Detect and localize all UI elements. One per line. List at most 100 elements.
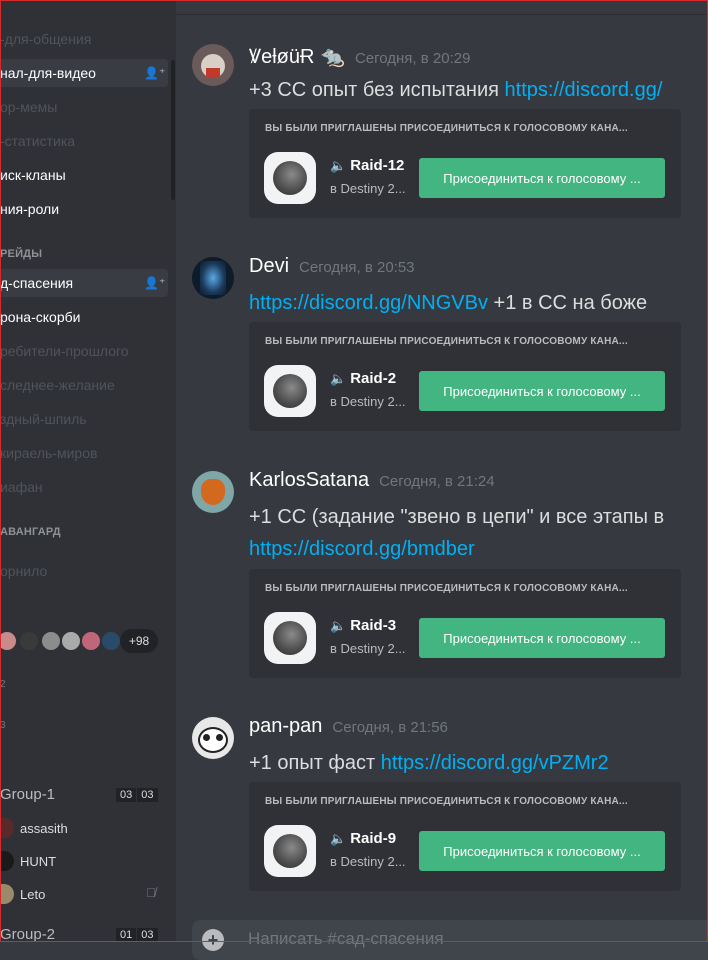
timestamp: Сегодня, в 20:29 [354,50,471,67]
channel-item[interactable]: кираель-миров [0,439,168,467]
avatar[interactable] [100,630,122,652]
avatar[interactable] [18,630,40,652]
channel-label: орнило [0,563,48,579]
channel-item[interactable]: ния-роли [0,195,168,223]
voice-user[interactable]: HUNT [0,849,56,873]
invite-link[interactable]: https://discord.gg/NNGVBv [249,292,488,314]
channel-item[interactable]: -для-общения [0,25,168,53]
server-name: в Destiny 2... [330,854,406,869]
timestamp: Сегодня, в 21:56 [332,719,448,736]
invite-link[interactable]: https://discord.gg/ [505,79,663,101]
muted-mic-icon: 🎙̸ [146,885,156,900]
message-text: +1 СС (задание "звено в цепи" и все этап… [249,506,664,529]
invite-embed: ВЫ БЫЛИ ПРИГЛАШЕНЫ ПРИСОЕДИНИТЬСЯ К ГОЛО… [249,782,681,891]
channel-label: нал-для-видео [0,65,96,81]
channel-item-selected[interactable]: нал-для-видео 👤⁺ [0,59,168,87]
channel-label: ния-роли [0,201,60,217]
channel-label: ребители-прошлого [0,343,129,359]
username[interactable]: pan-pan Сегодня, в 21:56 [249,715,448,738]
voice-channel-name: 🔈 Raid-12 [330,157,404,174]
speaker-icon: 🔈 [330,371,347,386]
channel-item[interactable]: ребители-прошлого [0,337,168,365]
avatar[interactable] [80,630,102,652]
category-header[interactable]: РЕЙДЫ [0,248,42,260]
invite-header: ВЫ БЫЛИ ПРИГЛАШЕНЫ ПРИСОЕДИНИТЬСЯ К ГОЛО… [265,583,628,594]
channel-name-text: Raid-3 [350,617,397,634]
channel-item[interactable]: -статистика [0,127,168,155]
server-name: в Destiny 2... [330,181,406,196]
avatar[interactable] [0,630,18,652]
server-icon [264,825,316,877]
user-count: 01 03 [115,928,158,942]
username[interactable]: Devi Сегодня, в 20:53 [249,255,415,278]
category-header[interactable]: АВАНГАРД [0,526,61,538]
channel-item[interactable]: здный-шпиль [0,405,168,433]
tiny-label: 2 [0,679,6,690]
avatar[interactable] [192,44,234,86]
invite-user-icon[interactable]: 👤⁺ [144,66,165,80]
channel-item[interactable]: орнило [0,557,168,585]
sidebar-scrollbar[interactable] [171,60,175,200]
message-composer[interactable]: + Написать #сад-спасения [192,920,708,960]
join-voice-button[interactable]: Присоединиться к голосовому ... [419,618,665,658]
avatar[interactable] [192,471,234,513]
chat-area: ꝞeƚøüɌ 🐀 Сегодня, в 20:29 +3 СС опыт без … [176,0,708,960]
avatar[interactable] [192,257,234,299]
avatar [0,818,14,838]
speaker-icon: 🔈 [330,831,347,846]
voice-channel-group2[interactable]: Group-2 01 03 [0,926,168,942]
channel-sidebar: -для-общения нал-для-видео 👤⁺ ор-мемы -ст… [0,0,176,942]
header-strip [176,0,708,15]
invite-user-icon[interactable]: 👤⁺ [144,276,165,290]
channel-item[interactable]: иафан [0,473,168,501]
channel-label: ор-мемы [0,99,58,115]
count-limit: 03 [137,788,158,802]
join-voice-button[interactable]: Присоединиться к голосовому ... [419,831,665,871]
voice-channel-label: Group-1 [0,786,56,803]
channel-label: д-спасения [0,275,74,291]
username-text: ꝞeƚøüɌ 🐀 [249,46,345,68]
server-icon [264,612,316,664]
username[interactable]: KarlosSatana Сегодня, в 21:24 [249,469,495,492]
avatar [0,851,14,871]
avatar [0,884,14,904]
channel-item[interactable]: рона-скорби [0,303,168,331]
attach-plus-icon[interactable]: + [202,929,224,951]
speaker-icon: 🔈 [330,158,347,173]
invite-link[interactable]: https://discord.gg/vPZMr2 [381,752,609,774]
voice-channel-group1[interactable]: Group-1 03 03 [0,786,168,806]
invite-header: ВЫ БЫЛИ ПРИГЛАШЕНЫ ПРИСОЕДИНИТЬСЯ К ГОЛО… [265,123,628,134]
text-segment: +1 в СС на боже [487,292,648,314]
voice-channel-name: 🔈 Raid-2 [330,370,396,387]
speaker-icon: 🔈 [330,618,347,633]
avatar[interactable] [192,717,234,759]
username-text: KarlosSatana [249,469,370,491]
invite-embed: ВЫ БЫЛИ ПРИГЛАШЕНЫ ПРИСОЕДИНИТЬСЯ К ГОЛО… [249,109,681,218]
voice-user[interactable]: assasith [0,816,68,840]
timestamp: Сегодня, в 21:24 [379,473,495,490]
message-text: +3 СС опыт без испытания https://discord… [249,79,662,102]
count-current: 01 [116,928,137,942]
invite-link[interactable]: https://discord.gg/bmdber [249,538,475,560]
composer-placeholder[interactable]: Написать #сад-спасения [248,929,444,949]
timestamp: Сегодня, в 20:53 [299,259,415,276]
username[interactable]: ꝞeƚøüɌ 🐀 Сегодня, в 20:29 [249,42,470,69]
voice-user[interactable]: Leto [0,882,45,906]
channel-item[interactable]: ор-мемы [0,93,168,121]
more-members-badge[interactable]: +98 [120,629,158,653]
username-text: pan-pan [249,715,323,737]
message-text: https://discord.gg/NNGVBv +1 в СС на бож… [249,292,647,315]
tiny-label: 3 [0,720,6,731]
channel-label: кираель-миров [0,445,98,461]
channel-item[interactable]: следнее-желание [0,371,168,399]
avatar[interactable] [60,630,82,652]
invite-header: ВЫ БЫЛИ ПРИГЛАШЕНЫ ПРИСОЕДИНИТЬСЯ К ГОЛО… [265,796,628,807]
channel-item-selected[interactable]: д-спасения 👤⁺ [0,269,168,297]
join-voice-button[interactable]: Присоединиться к голосовому ... [419,371,665,411]
server-icon [264,152,316,204]
count-current: 03 [116,788,137,802]
join-voice-button[interactable]: Присоединиться к голосовому ... [419,158,665,198]
channel-item[interactable]: иск-кланы [0,161,168,189]
avatar[interactable] [40,630,62,652]
server-name: в Destiny 2... [330,394,406,409]
